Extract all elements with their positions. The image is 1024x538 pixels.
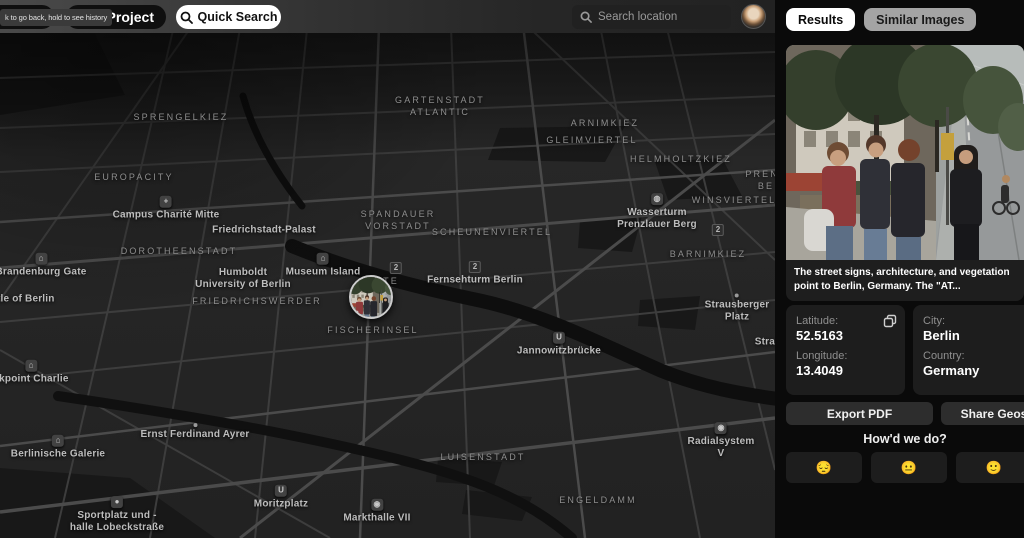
longitude-label: Longitude: bbox=[796, 350, 895, 362]
neutral-emoji-icon: 😐 bbox=[901, 460, 917, 476]
country-value: Germany bbox=[923, 363, 1022, 378]
map-canvas[interactable]: SPRENGELKIEZEUROPACITYDOROTHEENSTADTFRIE… bbox=[0, 0, 775, 538]
country-label: Country: bbox=[923, 350, 1022, 362]
feedback-sad-button[interactable]: 😔 bbox=[786, 452, 862, 483]
location-search[interactable] bbox=[572, 5, 731, 29]
city-value: Berlin bbox=[923, 328, 1022, 343]
search-icon bbox=[580, 11, 592, 23]
tab-results[interactable]: Results bbox=[786, 8, 855, 31]
action-row: Export PDF Share Geospy bbox=[786, 402, 1024, 425]
latitude-value: 52.5163 bbox=[796, 328, 895, 343]
app-window: SPRENGELKIEZEUROPACITYDOROTHEENSTADTFRIE… bbox=[0, 0, 1024, 538]
city-label: City: bbox=[923, 315, 1022, 327]
quick-search-button[interactable]: Quick Search bbox=[176, 5, 281, 29]
feedback-neutral-button[interactable]: 😐 bbox=[871, 452, 947, 483]
share-geospy-button[interactable]: Share Geospy bbox=[941, 402, 1024, 425]
location-search-input[interactable] bbox=[598, 11, 718, 23]
map-tiles bbox=[0, 0, 775, 538]
user-avatar[interactable] bbox=[741, 4, 766, 29]
longitude-value: 13.4049 bbox=[796, 363, 895, 378]
results-panel: Results Similar Images The street signs,… bbox=[775, 0, 1024, 538]
copy-icon[interactable] bbox=[883, 314, 897, 333]
photo-caption[interactable]: The street signs, architecture, and vege… bbox=[786, 260, 1024, 301]
tab-similar-images[interactable]: Similar Images bbox=[864, 8, 976, 31]
result-fields: Latitude: 52.5163 Longitude: 13.4049 Cit… bbox=[786, 305, 1024, 395]
quick-search-label: Quick Search bbox=[198, 10, 278, 24]
coordinates-card: Latitude: 52.5163 Longitude: 13.4049 bbox=[786, 305, 905, 395]
feedback-row: 😔 😐 🙂 bbox=[786, 452, 1024, 483]
back-tooltip: k to go back, hold to see history bbox=[0, 9, 112, 26]
latitude-label: Latitude: bbox=[796, 315, 895, 327]
export-pdf-button[interactable]: Export PDF bbox=[786, 402, 933, 425]
photo-location-marker[interactable] bbox=[349, 275, 393, 319]
result-photo-card: The street signs, architecture, and vege… bbox=[786, 45, 1024, 301]
feedback-question: How'd we do? bbox=[786, 432, 1024, 446]
search-icon bbox=[180, 11, 193, 24]
location-card: City: Berlin Country: Germany bbox=[913, 305, 1024, 395]
sad-emoji-icon: 😔 bbox=[816, 460, 832, 476]
feedback-happy-button[interactable]: 🙂 bbox=[956, 452, 1024, 483]
project-label: Project bbox=[107, 9, 154, 25]
result-photo[interactable] bbox=[786, 45, 1024, 260]
topbar: Project k to go back, hold to see histor… bbox=[0, 0, 775, 33]
happy-emoji-icon: 🙂 bbox=[986, 460, 1002, 476]
panel-tabs: Results Similar Images bbox=[786, 8, 976, 31]
